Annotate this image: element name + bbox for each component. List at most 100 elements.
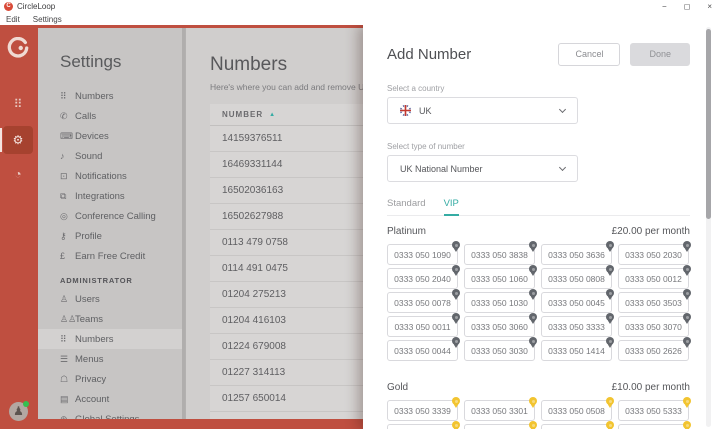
modal-title: Add Number <box>387 43 558 63</box>
platinum-medal-icon <box>529 337 537 345</box>
sidebar-item-numbers[interactable]: ⠿Numbers <box>38 329 185 349</box>
vip-number-button[interactable]: 0333 050 1030 <box>464 292 535 313</box>
maximize-button[interactable]: ◻ <box>684 0 691 13</box>
vip-number-button[interactable]: 0333 050 3301 <box>464 400 535 421</box>
vip-number-button[interactable]: 0333 050 0808 <box>541 268 612 289</box>
vip-number-button[interactable]: 0333 050 3339 <box>387 400 458 421</box>
dialpad-icon: ⠿ <box>60 91 75 102</box>
settings-rail-button[interactable]: ⚙ <box>0 126 36 154</box>
vip-number-button[interactable]: 0333 050 3331 <box>618 424 689 429</box>
modal-scrollbar-thumb[interactable] <box>706 29 711 219</box>
done-button[interactable]: Done <box>630 43 690 66</box>
sidebar-item-conference-calling[interactable]: ◎Conference Calling <box>38 206 185 226</box>
vip-number-button[interactable]: 0333 050 3070 <box>618 316 689 337</box>
tab-vip[interactable]: VIP <box>444 198 459 216</box>
number-cell: 01257 650014 <box>222 393 286 404</box>
circleloop-logo-icon <box>7 37 29 59</box>
table-row[interactable]: 01204 416103 <box>210 308 363 334</box>
vip-number-button[interactable]: 0333 050 3334 <box>464 424 535 429</box>
close-button[interactable]: × <box>707 0 712 13</box>
menu-item-edit[interactable]: Edit <box>6 15 20 24</box>
vip-number-button[interactable]: 0333 050 3060 <box>464 316 535 337</box>
vip-number-button[interactable]: 0333 050 3030 <box>464 340 535 361</box>
platinum-medal-icon <box>452 265 460 273</box>
sidebar-item-earn-free-credit[interactable]: £Earn Free Credit <box>38 246 185 266</box>
sidebar-item-sound[interactable]: ♪Sound <box>38 146 185 166</box>
sidebar-item-label: Devices <box>75 131 109 142</box>
vip-number-button[interactable]: 0333 050 1414 <box>541 340 612 361</box>
table-row[interactable]: 16502627988 <box>210 204 363 230</box>
cancel-button[interactable]: Cancel <box>558 43 620 66</box>
vip-number-button[interactable]: 0333 050 3300 <box>541 424 612 429</box>
sidebar-item-devices[interactable]: ⌨Devices <box>38 126 185 146</box>
sidebar-item-label: Teams <box>75 314 103 325</box>
vip-number-button[interactable]: 0333 050 0044 <box>387 340 458 361</box>
sidebar-item-label: Conference Calling <box>75 211 156 222</box>
person-icon: ♟ <box>13 404 24 418</box>
vip-number-button[interactable]: 0333 050 3838 <box>464 244 535 265</box>
number-type-value: UK National Number <box>400 164 483 174</box>
vip-number-button[interactable]: 0333 050 2626 <box>618 340 689 361</box>
sidebar-item-menus[interactable]: ☰Menus <box>38 349 185 369</box>
tier-price: £10.00 per month <box>612 382 690 393</box>
vip-number-button[interactable]: 0333 050 5333 <box>618 400 689 421</box>
table-row[interactable]: 01204 275213 <box>210 282 363 308</box>
minimize-button[interactable]: − <box>662 0 667 13</box>
vip-number-button[interactable]: 0333 050 1090 <box>387 244 458 265</box>
vip-number-button[interactable]: 0333 050 3332 <box>387 424 458 429</box>
table-header-number[interactable]: NUMBER ▲ <box>210 104 363 126</box>
conference-icon: ◎ <box>60 211 75 222</box>
vip-number-button[interactable]: 0333 050 0012 <box>618 268 689 289</box>
vip-number-button[interactable]: 0333 050 0078 <box>387 292 458 313</box>
vip-number-button[interactable]: 0333 050 3503 <box>618 292 689 313</box>
vip-number-button[interactable]: 0333 050 0508 <box>541 400 612 421</box>
sidebar-item-teams[interactable]: ♙♙Teams <box>38 309 185 329</box>
table-row[interactable]: 0131 356 0753 <box>210 412 363 419</box>
lock-icon: ⚷ <box>60 231 75 242</box>
vip-number-button[interactable]: 0333 050 3333 <box>541 316 612 337</box>
table-row[interactable]: 01224 679008 <box>210 334 363 360</box>
titlebar: C CircleLoop − ◻ × <box>0 0 720 13</box>
sidebar-item-calls[interactable]: ✆Calls <box>38 106 185 126</box>
number-grid: 0333 050 3339 0333 050 3301 0333 050 0508 0… <box>387 400 690 429</box>
app-window: C CircleLoop − ◻ × Edit Settings ⠿ ⚙ <box>0 0 720 429</box>
sidebar-item-integrations[interactable]: ⧉Integrations <box>38 186 185 206</box>
vip-number-button[interactable]: 0333 050 1060 <box>464 268 535 289</box>
table-body: 14159376511 16469331144 165020361631650262… <box>210 126 363 419</box>
country-label: Select a country <box>387 84 690 93</box>
apps-rail-button[interactable]: ◔ <box>0 161 36 187</box>
platinum-medal-icon <box>529 289 537 297</box>
table-row[interactable]: 0114 491 0475 <box>210 256 363 282</box>
sidebar-item-account[interactable]: ▤Account <box>38 389 185 409</box>
menu-item-settings[interactable]: Settings <box>33 15 62 24</box>
table-row[interactable]: 16502036163 <box>210 178 363 204</box>
number-cell: 16469331144 <box>222 159 282 170</box>
number-type-select[interactable]: UK National Number <box>387 155 578 182</box>
tab-standard[interactable]: Standard <box>387 198 426 215</box>
vip-number-button[interactable]: 0333 050 3636 <box>541 244 612 265</box>
vip-number-button[interactable]: 0333 050 0045 <box>541 292 612 313</box>
number-tier-tabs: Standard VIP <box>387 198 690 216</box>
sidebar-item-users[interactable]: ♙Users <box>38 289 185 309</box>
sidebar-item-label: Calls <box>75 111 96 122</box>
sidebar-item-global-settings[interactable]: ⊕Global Settings <box>38 409 185 419</box>
table-row[interactable]: 16469331144 <box>210 152 363 178</box>
table-row[interactable]: 01257 650014 <box>210 386 363 412</box>
sidebar-item-privacy[interactable]: ☖Privacy <box>38 369 185 389</box>
platinum-medal-icon <box>683 337 691 345</box>
sidebar-item-numbers[interactable]: ⠿Numbers <box>38 86 185 106</box>
sidebar-item-profile[interactable]: ⚷Profile <box>38 226 185 246</box>
numbers-page-panel: Numbers Here's where you can add and rem… <box>185 28 363 419</box>
number-cell: 01224 679008 <box>222 341 286 352</box>
vip-number-button[interactable]: 0333 050 2030 <box>618 244 689 265</box>
table-row[interactable]: 0113 479 0758 <box>210 230 363 256</box>
vip-number-button[interactable]: 0333 050 0011 <box>387 316 458 337</box>
sidebar-item-notifications[interactable]: ⊡Notifications <box>38 166 185 186</box>
table-row[interactable]: 14159376511 <box>210 126 363 152</box>
dialpad-rail-button[interactable]: ⠿ <box>0 91 36 117</box>
table-row[interactable]: 01227 314113 <box>210 360 363 386</box>
user-avatar[interactable]: ♟ <box>9 402 28 421</box>
integrations-icon: ⧉ <box>60 191 75 202</box>
vip-number-button[interactable]: 0333 050 2040 <box>387 268 458 289</box>
country-select[interactable]: UK <box>387 97 578 124</box>
